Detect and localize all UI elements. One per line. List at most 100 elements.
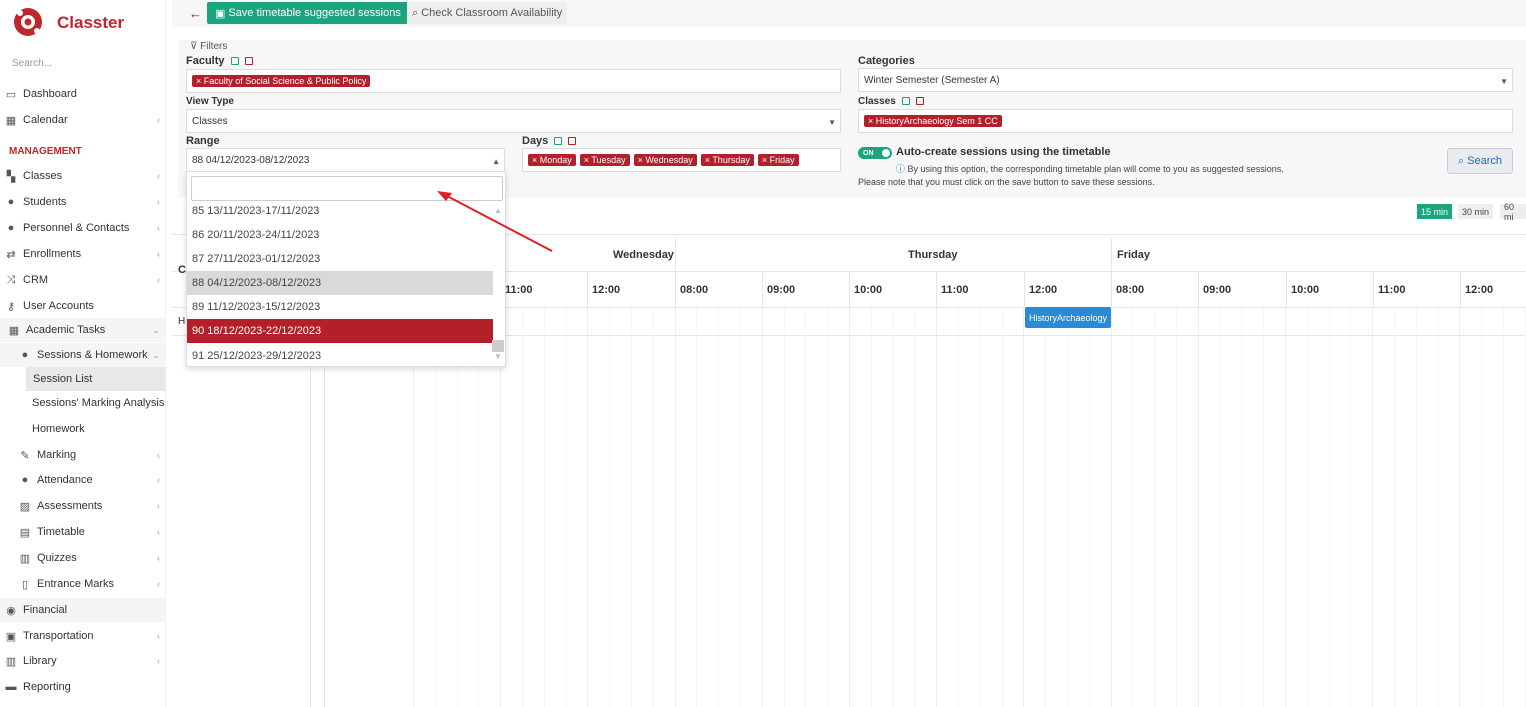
quiz-icon: ▥ <box>19 552 31 565</box>
sidebar-item-assessments[interactable]: ▨ Assessments ‹ <box>0 494 166 518</box>
grid-line <box>1198 308 1199 707</box>
range-option-current[interactable]: 88 04/12/2023-08/12/2023 <box>187 271 493 295</box>
select-all-icon[interactable] <box>901 97 910 106</box>
range-option[interactable]: 91 25/12/2023-29/12/2023 <box>187 344 493 368</box>
class-tag[interactable]: × HistoryArchaeology Sem 1 CC <box>864 115 1002 127</box>
info-icon: ⓘ <box>896 164 906 174</box>
range-option[interactable]: 86 20/11/2023-24/11/2023 <box>187 223 493 247</box>
sidebar-search-input[interactable]: Search... <box>12 58 152 69</box>
range-option[interactable]: 87 27/11/2023-01/12/2023 <box>187 247 493 271</box>
grid-line <box>544 308 545 707</box>
session-event[interactable]: HistoryArchaeology <box>1025 307 1111 328</box>
day-tag[interactable]: × Thursday <box>700 154 754 166</box>
grid-line <box>1329 308 1330 707</box>
caret-up-icon: ▲ <box>492 157 500 166</box>
sidebar-item-marking-analysis[interactable]: Sessions' Marking Analysis <box>0 391 166 415</box>
sidebar-item-user-accounts[interactable]: ⚷ User Accounts <box>0 294 166 318</box>
sidebar-item-library[interactable]: ▥ Library ‹ <box>0 649 166 673</box>
sidebar-item-entrance-marks[interactable]: ▯ Entrance Marks ‹ <box>0 572 166 596</box>
day-tag[interactable]: × Wednesday <box>633 154 697 166</box>
faculty-tag[interactable]: × Faculty of Social Science & Public Pol… <box>192 75 371 87</box>
categories-select[interactable]: Winter Semester (Semester A) ▼ <box>858 68 1513 92</box>
auto-create-toggle[interactable]: ON <box>858 147 892 159</box>
range-select[interactable]: 88 04/12/2023-08/12/2023 ▲ <box>186 148 505 172</box>
sidebar-item-timetable[interactable]: ▤ Timetable ‹ <box>0 520 166 544</box>
sidebar-item-reporting[interactable]: ▬ Reporting <box>0 675 166 699</box>
faculty-select[interactable]: × Faculty of Social Science & Public Pol… <box>186 69 841 93</box>
select-all-icon[interactable] <box>554 137 563 146</box>
grid-line <box>1459 308 1460 707</box>
grid-line <box>1350 308 1351 707</box>
zoom-60-button[interactable]: 60 mi <box>1500 202 1526 222</box>
clear-all-icon[interactable] <box>568 137 577 146</box>
search-button[interactable]: ⌕ Search <box>1447 148 1513 174</box>
check-classroom-button[interactable]: ⌕ Check Classroom Availability <box>407 2 568 24</box>
classter-logo-icon[interactable] <box>12 6 44 38</box>
grid-line <box>958 308 959 707</box>
classes-label: Classes <box>858 96 924 107</box>
chevron-left-icon: ‹ <box>157 249 160 259</box>
sidebar-item-marking[interactable]: ✎ Marking ‹ <box>0 443 166 467</box>
dropdown-scrollbar[interactable]: ▲ ▼ <box>492 206 504 364</box>
range-label: Range <box>186 135 220 147</box>
toolbar: ← ▣ Save timetable suggested sessions ⌕ … <box>172 0 1526 27</box>
auto-create-label: Auto-create sessions using the timetable <box>896 146 1111 158</box>
view-type-select[interactable]: Classes ▼ <box>186 109 841 133</box>
chevron-left-icon: ‹ <box>157 631 160 641</box>
faculty-label: Faculty <box>186 55 253 67</box>
sidebar-item-attendance[interactable]: ● Attendance ‹ <box>0 468 166 492</box>
sidebar-item-personnel[interactable]: ● Personnel & Contacts ‹ <box>0 216 166 240</box>
hour-header: 12:00 <box>587 272 675 308</box>
sidebar-item-sessions-homework[interactable]: ● Sessions & Homework ⌄ <box>0 343 166 367</box>
scroll-down-icon[interactable]: ▼ <box>494 352 502 361</box>
range-option[interactable]: 85 13/11/2023-17/11/2023 <box>187 199 493 223</box>
select-all-icon[interactable] <box>230 57 239 66</box>
sidebar-item-dashboard[interactable]: ▭ Dashboard <box>0 82 166 106</box>
hour-header: 08:00 <box>675 272 762 308</box>
sidebar-item-students[interactable]: ● Students ‹ <box>0 190 166 214</box>
person-icon: ● <box>7 222 15 234</box>
grid-line <box>1394 308 1395 707</box>
clear-all-icon[interactable] <box>244 57 253 66</box>
day-tag[interactable]: × Friday <box>757 154 799 166</box>
save-timetable-button[interactable]: ▣ Save timetable suggested sessions <box>207 2 409 24</box>
grid-line <box>631 308 632 707</box>
sidebar-item-homework[interactable]: Homework <box>0 417 166 441</box>
range-option[interactable]: 89 11/12/2023-15/12/2023 <box>187 295 493 319</box>
classes-select[interactable]: × HistoryArchaeology Sem 1 CC <box>858 109 1513 133</box>
grid-line <box>1023 308 1024 707</box>
zoom-30-button[interactable]: 30 min <box>1458 204 1494 219</box>
sidebar-item-crm[interactable]: ⤨ CRM ‹ <box>0 268 166 292</box>
sidebar-item-session-list[interactable]: Session List <box>26 367 165 391</box>
coins-icon: ◉ <box>6 604 16 617</box>
zoom-15-button[interactable]: 15 min <box>1417 204 1453 219</box>
sidebar-item-enrollments[interactable]: ⇄ Enrollments ‹ <box>0 242 166 266</box>
chevron-left-icon: ‹ <box>157 171 160 181</box>
grid-line <box>1067 308 1068 707</box>
sidebar-item-classes[interactable]: ▚ Classes ‹ <box>0 164 166 188</box>
sidebar-item-transportation[interactable]: ▣ Transportation ‹ <box>0 624 166 648</box>
clear-all-icon[interactable] <box>915 97 924 106</box>
chevron-left-icon: ‹ <box>157 527 160 537</box>
days-select[interactable]: × Monday × Tuesday × Wednesday × Thursda… <box>522 148 841 172</box>
grid-line <box>805 308 806 707</box>
grid-line <box>784 308 785 707</box>
scroll-up-icon[interactable]: ▲ <box>494 206 502 215</box>
dropdown-search-input[interactable] <box>191 176 503 201</box>
grid-line <box>849 308 850 707</box>
scroll-thumb[interactable] <box>492 340 504 352</box>
timetable-icon: ▤ <box>19 526 31 539</box>
sidebar-item-financial[interactable]: ◉ Financial <box>0 598 166 622</box>
back-arrow-icon[interactable]: ← <box>189 6 202 21</box>
assessment-icon: ▨ <box>19 500 31 513</box>
hour-header: 12:00 <box>1460 272 1526 308</box>
attendance-icon: ● <box>21 474 29 486</box>
sidebar-item-calendar[interactable]: ▦ Calendar ‹ <box>0 108 166 132</box>
hour-header: 12:00 <box>1024 272 1111 308</box>
sidebar-item-quizzes[interactable]: ▥ Quizzes ‹ <box>0 546 166 570</box>
day-tag[interactable]: × Monday <box>528 154 576 166</box>
sidebar-item-academic-tasks[interactable]: ▦ Academic Tasks ⌄ <box>0 318 166 342</box>
day-tag[interactable]: × Tuesday <box>579 154 630 166</box>
range-option-selected[interactable]: 90 18/12/2023-22/12/2023 <box>187 319 493 343</box>
day-header-thursday: Thursday <box>675 238 1111 272</box>
